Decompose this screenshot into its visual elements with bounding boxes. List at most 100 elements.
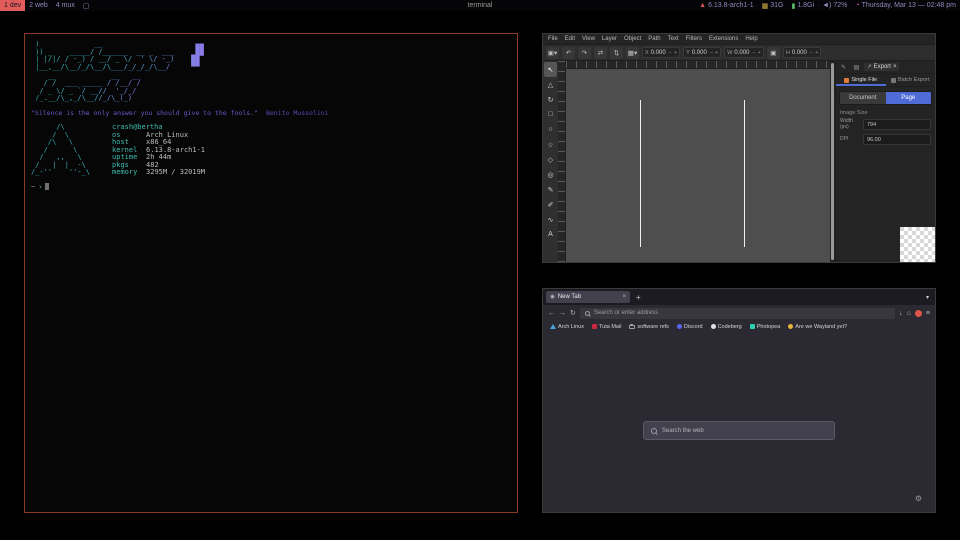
flip-horizontal-icon[interactable]: ⇄ xyxy=(594,47,607,59)
home-icon[interactable]: ⌂ xyxy=(907,310,911,317)
fetch-value: 3295M / 32019M xyxy=(146,169,205,177)
volume-module[interactable]: ◄) 72% xyxy=(822,2,847,9)
vertical-ruler xyxy=(558,61,566,262)
y-coordinate-spinbox[interactable]: Y 0.000 − + xyxy=(683,47,721,58)
page-button[interactable]: Page xyxy=(886,92,932,104)
batch-export-icon xyxy=(891,78,896,83)
bookmark-label: Arch Linux xyxy=(558,324,584,330)
tab-batch-export[interactable]: Batch Export xyxy=(886,74,936,86)
menu-help[interactable]: Help xyxy=(745,36,757,42)
bookmark-arch-linux[interactable]: Arch Linux xyxy=(550,324,584,330)
new-tab-button[interactable]: + xyxy=(636,293,641,302)
x-value[interactable]: 0.000 xyxy=(651,50,667,56)
web-search-input[interactable]: Search the web xyxy=(643,421,835,440)
minus-button[interactable]: − xyxy=(669,50,672,56)
bookmark-codeberg[interactable]: Codeberg xyxy=(711,324,742,330)
scrollbar-thumb[interactable] xyxy=(831,63,834,260)
dpi-input[interactable]: 96.00 xyxy=(863,134,931,145)
workspace-web[interactable]: 2 web xyxy=(25,0,52,11)
menu-filters[interactable]: Filters xyxy=(686,36,702,42)
toolbox: ↖ △ ↻ □ ○ ☆ ◇ ◎ ✎ ✐ ∿ A xyxy=(543,61,558,262)
tool-text[interactable]: A xyxy=(544,227,557,242)
plus-button[interactable]: + xyxy=(758,50,761,56)
bookmark-label: software refs xyxy=(637,324,668,330)
tool-selector[interactable]: ↖ xyxy=(544,62,557,77)
close-tab-icon[interactable]: × xyxy=(622,294,626,300)
menu-file[interactable]: File xyxy=(548,36,558,42)
ascii-banner-back: __ __ __ / / ___ _____ / /__/ / / _ \/ _… xyxy=(31,73,141,103)
y-value[interactable]: 0.000 xyxy=(692,50,708,56)
minus-button[interactable]: − xyxy=(810,50,813,56)
x-coordinate-spinbox[interactable]: X 0.000 − + xyxy=(642,47,680,58)
menu-text[interactable]: Text xyxy=(668,36,679,42)
tool-ellipse[interactable]: ○ xyxy=(544,122,557,137)
menu-object[interactable]: Object xyxy=(624,36,641,42)
disk-usage: 31G xyxy=(770,2,783,9)
width-spinbox[interactable]: W 0.000 − + xyxy=(724,47,764,58)
terminal-window[interactable]: ) __ ▄▄ )) _ _____/ /______ __ _ ___ ██ … xyxy=(24,33,518,513)
forward-button[interactable]: → xyxy=(559,310,566,317)
back-button[interactable]: ← xyxy=(548,310,555,317)
active-tab[interactable]: ◉ New Tab × xyxy=(546,291,630,303)
clock-module: ◔ Thursday, Mar 13 — 02:48 pm xyxy=(855,2,956,9)
width-input[interactable]: 794 xyxy=(863,119,931,130)
menu-edit[interactable]: Edit xyxy=(565,36,575,42)
bookmark-discord[interactable]: Discord xyxy=(677,324,703,330)
bookmark-folder-software-refs[interactable]: software refs xyxy=(629,324,668,330)
tab-single-file[interactable]: Single File xyxy=(836,74,886,86)
personalize-gear-icon[interactable]: ⚙ xyxy=(915,494,922,503)
rotate-ccw-icon[interactable]: ↶ xyxy=(562,47,575,59)
shell-prompt[interactable]: ~ › xyxy=(31,183,511,191)
menu-view[interactable]: View xyxy=(582,36,595,42)
plus-button[interactable]: + xyxy=(815,50,818,56)
menu-extensions[interactable]: Extensions xyxy=(709,36,738,42)
x-label: X xyxy=(645,50,649,56)
kernel-module: ▲ 6.13.8-arch1-1 xyxy=(699,2,753,9)
fill-stroke-dialog-tab-icon[interactable]: ✎ xyxy=(838,62,849,73)
tool-spiral[interactable]: ◎ xyxy=(544,167,557,182)
tool-node-editor[interactable]: △ xyxy=(544,77,557,92)
horizontal-ruler xyxy=(566,61,830,69)
tool-pen[interactable]: ✐ xyxy=(544,197,557,212)
dpi-field-row: DPI 96.00 xyxy=(840,134,931,145)
plus-button[interactable]: + xyxy=(715,50,718,56)
address-bar[interactable]: Search or enter address xyxy=(580,308,895,319)
h-value[interactable]: 0.000 xyxy=(792,50,808,56)
lock-ratio-icon[interactable]: ▣ xyxy=(767,47,780,59)
tool-calligraphy[interactable]: ∿ xyxy=(544,212,557,227)
document-button[interactable]: Document xyxy=(840,92,886,104)
workspace-dev[interactable]: 1 dev xyxy=(0,0,25,11)
w-value[interactable]: 0.000 xyxy=(734,50,750,56)
tool-star[interactable]: ☆ xyxy=(544,137,557,152)
bookmark-label: Tuta Mail xyxy=(599,324,621,330)
downloads-icon[interactable]: ↓ xyxy=(899,310,903,317)
document-properties-dialog-tab-icon[interactable]: ▤ xyxy=(851,62,862,73)
rotate-cw-icon[interactable]: ↷ xyxy=(578,47,591,59)
tool-3d-box[interactable]: ◇ xyxy=(544,152,557,167)
list-tabs-icon[interactable]: ▾ xyxy=(926,294,932,301)
bookmark-photopea[interactable]: Photopea xyxy=(750,324,781,330)
tool-pencil[interactable]: ✎ xyxy=(544,182,557,197)
bookmark-tuta-mail[interactable]: Tuta Mail xyxy=(592,324,621,330)
menu-path[interactable]: Path xyxy=(648,36,660,42)
workspace-mux[interactable]: 4 mux xyxy=(52,0,79,11)
reload-button[interactable]: ↻ xyxy=(570,309,576,317)
close-icon[interactable]: × xyxy=(893,64,897,70)
align-dropdown[interactable]: ▦▾ xyxy=(626,47,639,59)
extension-icon[interactable] xyxy=(915,310,922,317)
selection-mode-dropdown[interactable]: ▣▾ xyxy=(546,47,559,59)
dialog-tab-bar: ✎ ▤ ↗ Export × xyxy=(836,61,935,74)
height-spinbox[interactable]: H 0.000 − + xyxy=(783,47,821,58)
menu-icon[interactable]: ≡ xyxy=(926,310,930,317)
plus-button[interactable]: + xyxy=(674,50,677,56)
canvas[interactable] xyxy=(566,69,830,262)
minus-button[interactable]: − xyxy=(752,50,755,56)
menu-layer[interactable]: Layer xyxy=(602,36,617,42)
layout-icon[interactable]: ▢ xyxy=(79,0,94,11)
flip-vertical-icon[interactable]: ⇅ xyxy=(610,47,623,59)
tool-shape-builder[interactable]: ↻ xyxy=(544,92,557,107)
minus-button[interactable]: − xyxy=(710,50,713,56)
export-dialog-tab[interactable]: ↗ Export × xyxy=(864,63,899,71)
bookmark-are-we-wayland-yet[interactable]: Are we Wayland yet? xyxy=(788,324,847,330)
tool-rectangle[interactable]: □ xyxy=(544,107,557,122)
